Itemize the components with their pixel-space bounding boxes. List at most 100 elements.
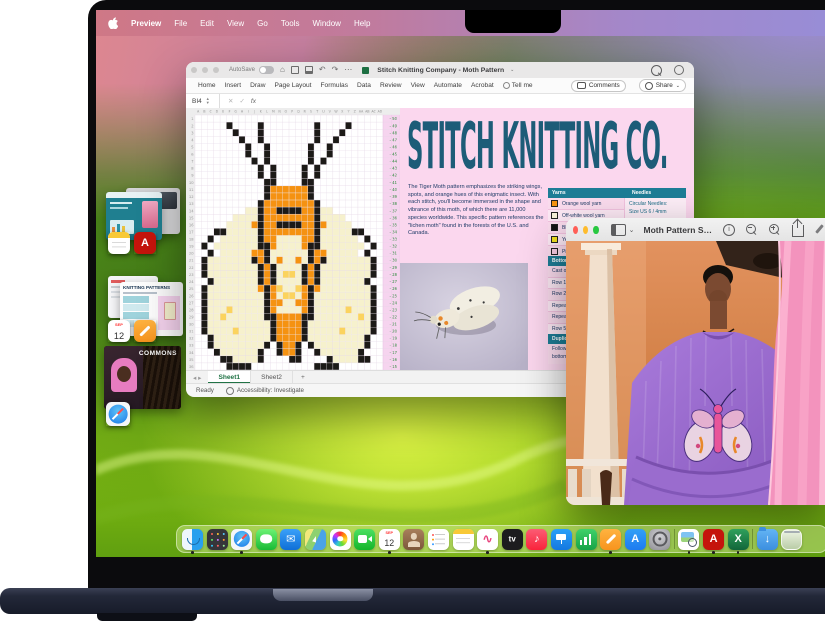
spreadsheet-grid[interactable] — [186, 108, 400, 370]
confirm-entry-icon[interactable]: ✓ — [239, 97, 244, 105]
notes-app-icon[interactable] — [108, 232, 130, 254]
name-box[interactable]: BI4 ▲▼ — [186, 94, 220, 108]
system-settings-icon[interactable] — [649, 529, 670, 550]
pages-icon[interactable] — [600, 529, 621, 550]
music-icon[interactable]: ♪ — [526, 529, 547, 550]
calendar-icon[interactable]: SEP12 — [108, 320, 130, 342]
calendar-icon[interactable]: SEP12 — [379, 529, 400, 550]
autosave-toggle[interactable] — [259, 66, 274, 74]
menu-item-file[interactable]: File — [174, 19, 187, 28]
sidebar-toggle-icon[interactable] — [611, 224, 626, 236]
thumb-header — [106, 192, 162, 198]
excel-titlebar[interactable]: AutoSave ⌂ ↶ ↷ ⋯ Stitch Knitting Company… — [186, 62, 694, 78]
name-box-stepper[interactable]: ▲▼ — [206, 97, 210, 105]
finder-icon[interactable] — [182, 529, 203, 550]
calendar-app-icon[interactable]: SEP12 — [108, 320, 130, 342]
downloads-icon[interactable]: ↓ — [757, 529, 778, 550]
zoom-in-icon[interactable] — [769, 224, 781, 236]
share-button[interactable]: Share ⌄ — [639, 79, 686, 92]
safari-icon[interactable] — [231, 529, 252, 550]
ribbon-tab-acrobat[interactable]: Acrobat — [471, 82, 494, 89]
pages-app-icon[interactable] — [134, 320, 156, 342]
contacts-icon[interactable] — [403, 529, 424, 550]
ribbon-tab-automate[interactable]: Automate — [434, 82, 462, 89]
pages-icon[interactable] — [134, 320, 156, 342]
close-button[interactable] — [573, 226, 578, 234]
acrobat-icon[interactable]: A — [703, 529, 724, 550]
share-person-icon — [645, 82, 653, 90]
fx-icon[interactable]: fx — [251, 98, 256, 105]
search-icon[interactable] — [651, 65, 662, 76]
preview-titlebar[interactable]: ⌄ Moth Pattern S… i — [566, 218, 825, 242]
more-icon[interactable]: ⋯ — [344, 66, 352, 74]
menu-item-view[interactable]: View — [227, 19, 244, 28]
menu-item-help[interactable]: Help — [354, 19, 370, 28]
comments-button[interactable]: Comments — [571, 80, 626, 92]
keynote-icon[interactable] — [551, 529, 572, 550]
excel-icon[interactable]: X — [728, 529, 749, 550]
ribbon-tab-draw[interactable]: Draw — [250, 82, 265, 89]
zoom-button[interactable] — [213, 67, 219, 73]
ribbon-tab-insert[interactable]: Insert — [225, 82, 242, 89]
menu-item-edit[interactable]: Edit — [200, 19, 214, 28]
document-title[interactable]: Stitch Knitting Company - Moth Pattern — [377, 67, 504, 74]
ribbon-tab-view[interactable]: View — [411, 82, 425, 89]
minimize-button[interactable] — [583, 226, 588, 234]
notes-icon[interactable] — [108, 232, 130, 254]
pattern-description: The Tiger Moth pattern emphasizes the st… — [408, 184, 544, 238]
tv-icon[interactable]: tv — [502, 529, 523, 550]
messages-icon[interactable] — [256, 529, 277, 550]
home-icon[interactable]: ⌂ — [280, 66, 285, 74]
cancel-entry-icon[interactable]: ✕ — [228, 97, 233, 105]
menu-item-window[interactable]: Window — [313, 19, 341, 28]
info-icon[interactable]: i — [723, 224, 735, 236]
markup-icon[interactable] — [815, 224, 825, 236]
ribbon-tab-home[interactable]: Home — [198, 82, 216, 89]
menu-item-go[interactable]: Go — [257, 19, 268, 28]
acrobat-icon[interactable]: A — [134, 232, 156, 254]
ribbon-tab-review[interactable]: Review — [380, 82, 402, 89]
sidebar-chevron-icon[interactable]: ⌄ — [629, 226, 635, 234]
close-button[interactable] — [191, 67, 197, 73]
preview-window: ⌄ Moth Pattern S… i — [566, 218, 825, 505]
stage-manager: A KNITTING PATTERNS — [96, 180, 191, 430]
freeform-icon[interactable]: ∿ — [477, 529, 498, 550]
apple-menu-icon[interactable] — [108, 17, 118, 29]
save-icon[interactable] — [291, 66, 299, 74]
undo-icon[interactable]: ↶ — [319, 66, 326, 74]
needles-header: Needles — [628, 188, 686, 198]
safari-app-icon[interactable] — [106, 402, 130, 426]
zoom-button[interactable] — [593, 226, 598, 234]
mail-icon[interactable]: ✉ — [280, 529, 301, 550]
profile-icon[interactable] — [674, 65, 684, 75]
thumb-moth — [164, 302, 176, 320]
numbers-icon[interactable] — [576, 529, 597, 550]
ribbon-tab-page-layout[interactable]: Page Layout — [274, 82, 311, 89]
share-icon[interactable] — [792, 225, 804, 237]
acrobat-app-icon[interactable]: A — [134, 232, 156, 254]
facetime-icon[interactable] — [354, 529, 375, 550]
preview-icon[interactable] — [678, 529, 699, 550]
trash-icon[interactable] — [781, 529, 802, 550]
photos-icon[interactable] — [330, 529, 351, 550]
menubar-app-name[interactable]: Preview — [131, 19, 161, 28]
title-chevron-icon[interactable]: ⌄ — [510, 68, 514, 73]
ribbon-tab-data[interactable]: Data — [357, 82, 371, 89]
app-store-icon[interactable]: A — [625, 529, 646, 550]
comment-bubble-icon — [577, 82, 586, 89]
redo-icon[interactable]: ↷ — [332, 66, 339, 74]
minimize-button[interactable] — [202, 67, 208, 73]
safari-icon[interactable] — [106, 402, 130, 426]
ribbon-tab-formulas[interactable]: Formulas — [321, 82, 348, 89]
tell-me[interactable]: Tell me — [503, 82, 533, 89]
maps-icon[interactable] — [305, 529, 326, 550]
reminders-icon[interactable] — [428, 529, 449, 550]
yarn-row: Orange wool yarn — [548, 198, 624, 210]
menu-item-tools[interactable]: Tools — [281, 19, 300, 28]
moth-photo — [400, 263, 528, 370]
print-icon[interactable] — [305, 66, 313, 74]
launchpad-icon[interactable] — [207, 529, 228, 550]
stage-group-magazine-thumb[interactable]: COMMONS — [104, 346, 181, 409]
notes-icon[interactable] — [453, 529, 474, 550]
zoom-out-icon[interactable] — [746, 224, 758, 236]
